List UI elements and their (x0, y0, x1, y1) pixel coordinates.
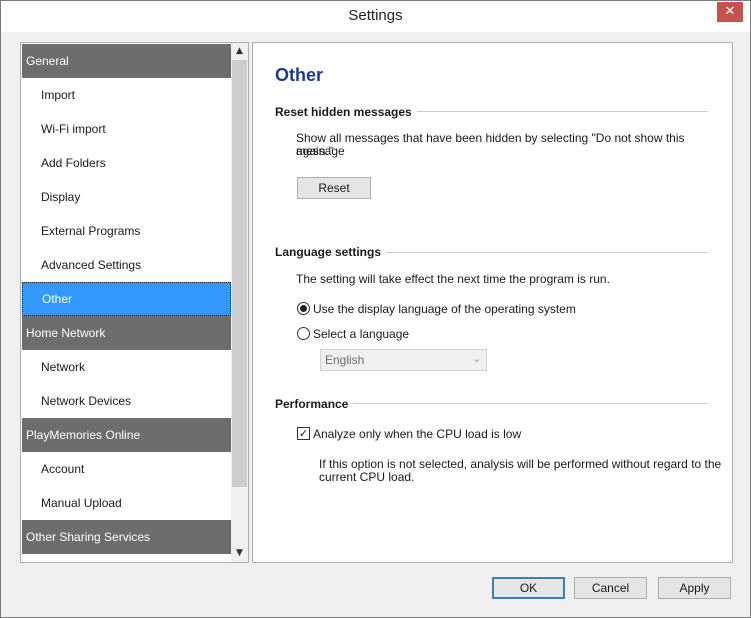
language-select-value: English (325, 353, 365, 367)
scroll-thumb[interactable] (232, 60, 247, 487)
nav-section-general[interactable]: General (22, 44, 231, 78)
apply-button[interactable]: Apply (658, 577, 731, 599)
language-group-title: Language settings (275, 245, 387, 259)
reset-button[interactable]: Reset (297, 177, 371, 199)
reset-group-title: Reset hidden messages (275, 105, 417, 119)
radio-os-language[interactable] (297, 302, 310, 315)
performance-note-line2: current CPU load. (319, 470, 415, 484)
sidebar-item-network[interactable]: Network (22, 350, 231, 384)
title-bar: Settings ✕ (1, 1, 750, 32)
cancel-button[interactable]: Cancel (574, 577, 647, 599)
settings-nav: General Import Wi-Fi import Add Folders Disp… (20, 42, 249, 563)
radio-select-language-label[interactable]: Select a language (313, 328, 409, 341)
nav-section-playmemories-online[interactable]: PlayMemories Online (22, 418, 231, 452)
ok-button[interactable]: OK (492, 577, 565, 599)
radio-os-language-label[interactable]: Use the display language of the operatin… (313, 303, 576, 316)
nav-section-home-network[interactable]: Home Network (22, 316, 231, 350)
settings-window: Settings ✕ General Import Wi-Fi import Add … (0, 0, 751, 618)
sidebar-item-network-devices[interactable]: Network Devices (22, 384, 231, 418)
window-title: Settings (348, 7, 403, 24)
sidebar-item-wi-fi-import[interactable]: Wi-Fi import (22, 112, 231, 146)
cpu-load-checkbox-label[interactable]: Analyze only when the CPU load is low (313, 428, 521, 441)
content-panel: Other Reset hidden messages Show all mes… (252, 42, 733, 563)
scroll-up-icon[interactable]: ▲ (231, 43, 248, 60)
sidebar-item-external-programs[interactable]: External Programs (22, 214, 231, 248)
sidebar-item-other[interactable]: Other (22, 282, 231, 316)
nav-section-other-sharing-services[interactable]: Other Sharing Services (22, 520, 231, 554)
page-title: Other (275, 65, 324, 85)
reset-description-line2: again." (296, 144, 333, 158)
performance-group-divider (353, 403, 708, 404)
sidebar-item-import[interactable]: Import (22, 78, 231, 112)
cpu-load-checkbox[interactable]: ✓ (297, 427, 310, 440)
sidebar-item-display[interactable]: Display (22, 180, 231, 214)
close-button[interactable]: ✕ (717, 2, 743, 22)
nav-scrollbar[interactable]: ▲ ▼ (231, 43, 248, 562)
nav-list: General Import Wi-Fi import Add Folders Disp… (22, 44, 231, 554)
sidebar-item-add-folders[interactable]: Add Folders (22, 146, 231, 180)
radio-select-language[interactable] (297, 327, 310, 340)
performance-group-title: Performance (275, 397, 354, 411)
scroll-down-icon[interactable]: ▼ (231, 545, 248, 562)
sidebar-item-advanced-settings[interactable]: Advanced Settings (22, 248, 231, 282)
language-group-divider (383, 252, 708, 253)
sidebar-item-account[interactable]: Account (22, 452, 231, 486)
language-note: The setting will take effect the next ti… (296, 272, 610, 286)
sidebar-item-manual-upload[interactable]: Manual Upload (22, 486, 231, 520)
reset-description-line1: Show all messages that have been hidden … (296, 131, 685, 158)
reset-group-divider (403, 111, 708, 112)
language-select[interactable]: English ⌄ (320, 349, 487, 371)
chevron-down-icon: ⌄ (472, 354, 481, 365)
